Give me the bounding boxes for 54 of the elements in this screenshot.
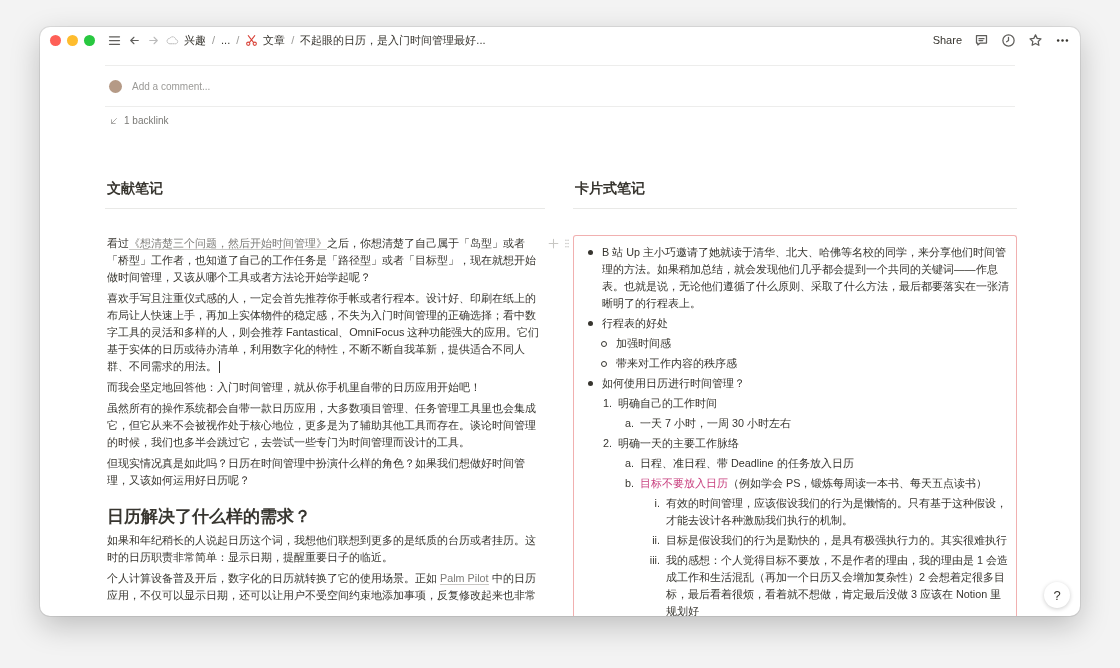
list-marker: 2. xyxy=(602,436,613,451)
breadcrumb-separator: / xyxy=(291,34,295,46)
column-heading: 卡片式笔记 xyxy=(573,176,1017,209)
close-dot-icon[interactable] xyxy=(50,34,61,46)
maximize-dot-icon[interactable] xyxy=(84,34,95,46)
drag-handle-icon[interactable] xyxy=(563,237,571,250)
paragraph: 如果和年纪稍长的人说起日历这个词，我想他们联想到更多的是纸质的台历或者挂历。这时的日历职责非常简单：显示日期，提醒重要日子的临近。 xyxy=(106,533,537,565)
paragraph: 但现实情况真是如此吗？日历在时间管理中扮演什么样的角色？如果我们想做好时间管理，又该如何运用好日历呢？ xyxy=(106,456,526,488)
list-item-text: 加强时间感 xyxy=(616,336,672,351)
list-item-text: 日程、准日程、带 Deadline 的任务放入日历 xyxy=(640,456,855,471)
paragraph: 而我会坚定地回答他：入门时间管理，就从你手机里自带的日历应用开始吧！ xyxy=(106,380,482,395)
list-marker: a. xyxy=(624,416,635,431)
section-heading: 日历解决了什么样的需求？ xyxy=(106,506,312,528)
paragraph: 个人计算设备普及开后，数字化的日历就转换了它的使用场景。正如 Palm Pilot 中的日历应用，不仅可以显示日期，还可以让用户不受空间约束地添加事项，反复修改起来也非常 xyxy=(106,571,537,603)
scissors-icon xyxy=(245,33,259,47)
list-item-text: 明确自己的工作时间 xyxy=(618,396,718,411)
breadcrumb[interactable]: ... xyxy=(221,34,231,46)
list-marker: a. xyxy=(624,456,635,471)
list-item-text: 一天 7 小时，一周 30 小时左右 xyxy=(640,416,792,431)
list-item-text: 行程表的好处 xyxy=(602,316,669,331)
list-item-text: 带来对工作内容的秩序感 xyxy=(616,356,738,371)
share-button[interactable]: Share xyxy=(932,34,962,46)
list-item-text: 目标是假设我们的行为是勤快的，是具有极强执行力的。其实很难执行 xyxy=(666,533,1008,548)
column-heading: 文献笔记 xyxy=(105,176,545,209)
paragraph: 喜欢手写且注重仪式感的人，一定会首先推荐你手帐或者行程本。设计好、印刷在纸上的布局让人快速上手，再加上实体物件的稳定感，不失为入门时间管理的正确选择；看中数字工具的灵活和多样的人，则会推荐 Fantastical、OmniFocus 这种功能强大的应用。它们基于实体的日历或待办清单，利用数字化的特性，不断不断自我革新，提供适合不同人群、不同需求的用法。 xyxy=(106,291,541,375)
breadcrumb-separator: / xyxy=(236,34,240,46)
link[interactable]: Palm Pilot xyxy=(440,572,489,585)
list-marker: 1. xyxy=(602,396,613,411)
star-icon[interactable] xyxy=(1028,32,1043,48)
link[interactable]: 《想清楚三个问题，然后开始时间管理》 xyxy=(129,237,327,250)
list-item-text: 明确一天的主要工作脉络 xyxy=(618,436,740,451)
paragraph: 虽然所有的操作系统都会自带一款日历应用，大多数项目管理、任务管理工具里也会集成它，但它从来不会被视作处于核心地位，更多是为了辅助其他工具而存在。谈论时间管理的时候，我们也多半会跳过它，去尝试一些专门为时间管理而设计的工具。 xyxy=(106,401,537,450)
cloud-icon xyxy=(166,33,179,47)
backlink-link[interactable]: 1 backlink xyxy=(124,115,169,126)
breadcrumb[interactable]: 兴趣 xyxy=(184,32,206,48)
list-marker: ii. xyxy=(651,533,661,548)
help-button[interactable]: ? xyxy=(1044,582,1070,608)
clock-icon[interactable] xyxy=(1001,32,1016,48)
list-item-text: 目标不要放入日历（例如学会 PS，锻炼每周读一本书、每天五点读书） xyxy=(640,476,989,491)
breadcrumb[interactable]: 文章 xyxy=(263,32,286,48)
breadcrumb-separator: / xyxy=(212,34,216,46)
breadcrumb[interactable]: 不起眼的日历，是入门时间管理最好... xyxy=(300,32,486,48)
list-marker: b. xyxy=(624,476,635,491)
list-item-text: 如何使用日历进行时间管理？ xyxy=(602,376,746,391)
list-item-text: 有效的时间管理，应该假设我们的行为是懒惰的。只有基于这种假设，才能去设计各种激励我们执行的机制。 xyxy=(666,496,1008,528)
list-item-text: 我的感想：个人觉得目标不要放，不是作者的理由，我的理由是 1 会造成工作和生活混乱（再加一个日历又会增加复杂性）2 会想着定很多目标，最后看着很烦，看着就不想做，肯定最后没做 3 应该在 Notion 里规划好 xyxy=(666,553,1009,616)
comment-icon[interactable] xyxy=(974,32,989,48)
list-item-text: B 站 Up 主小巧邀请了她就读于清华、北大、哈佛等名校的同学，来分享他们时间管理的方法。如果稍加总结，就会发现他们几乎都会提到一个共同的关键词——作息表。也就是说，无论他们遵循了什么原则、采取了什么方法，最后都要落实在一张清晰明了的行程表上。 xyxy=(602,245,1010,311)
arrow-icon xyxy=(109,115,119,126)
minimize-dot-icon[interactable] xyxy=(67,34,78,46)
avatar xyxy=(109,79,122,93)
paragraph: 看过《想清楚三个问题，然后开始时间管理》之后，你想清楚了自己属于「岛型」或者「桥型」工作者，也知道了自己的工作任务是「路径型」或者「目标型」，现在就想开始做时间管理，又该从哪个工具或者方法论开始学起呢？ xyxy=(106,236,537,285)
list-marker: iii. xyxy=(648,553,661,568)
list-marker: i. xyxy=(653,496,661,511)
